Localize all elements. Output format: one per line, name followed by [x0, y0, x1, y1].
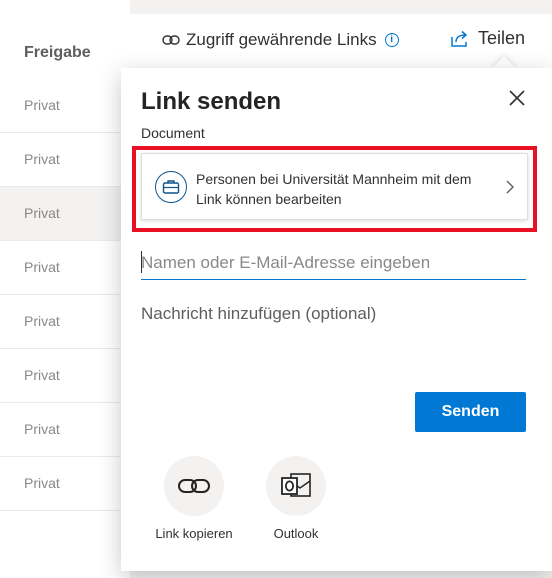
file-list: Freigabe Privat Privat Privat Privat Pri… — [0, 0, 130, 578]
sharing-status: Privat — [24, 475, 60, 491]
send-link-dialog: Link senden Document Personen bei Univer… — [121, 68, 552, 571]
list-row[interactable]: Privat — [0, 241, 130, 295]
sharing-status: Privat — [24, 151, 60, 167]
dialog-title: Link senden — [141, 88, 282, 115]
sharing-status: Privat — [24, 205, 60, 221]
share-button[interactable]: Teilen — [450, 28, 525, 49]
link-icon — [178, 479, 210, 493]
sharing-status: Privat — [24, 313, 60, 329]
list-row[interactable]: Privat — [0, 133, 130, 187]
share-label: Teilen — [478, 28, 526, 48]
list-row[interactable]: Privat — [0, 187, 130, 241]
message-field[interactable] — [141, 304, 526, 384]
list-row[interactable]: Privat — [0, 349, 130, 403]
close-icon[interactable] — [505, 86, 529, 110]
access-links-label: Zugriff gewährende Links — [186, 30, 377, 49]
list-row[interactable]: Privat — [0, 457, 130, 511]
copy-link-circle[interactable] — [164, 456, 224, 516]
briefcase-icon — [155, 171, 187, 203]
sharing-status: Privat — [24, 97, 60, 113]
link-permission-button[interactable]: Personen bei Universität Mannheim mit de… — [141, 153, 528, 220]
sharing-status: Privat — [24, 421, 60, 437]
outlook-label: Outlook — [273, 526, 319, 541]
copy-link-action[interactable]: Link kopieren — [149, 456, 239, 541]
document-name: Document — [141, 125, 205, 141]
list-row[interactable]: Privat — [0, 295, 130, 349]
outlook-action[interactable]: Outlook — [251, 456, 341, 541]
top-bar: Zugriff gewährende Links i Teilen — [130, 14, 552, 68]
sharing-status: Privat — [24, 367, 60, 383]
outlook-icon — [281, 473, 311, 497]
sharing-status: Privat — [24, 259, 60, 275]
link-icon — [162, 35, 180, 45]
link-permission-text: Personen bei Universität Mannheim mit de… — [196, 171, 472, 207]
copy-link-label: Link kopieren — [155, 526, 233, 541]
outlook-circle[interactable] — [266, 456, 326, 516]
list-row[interactable]: Privat — [0, 403, 130, 457]
chevron-right-icon — [506, 180, 514, 194]
share-icon — [451, 30, 468, 47]
list-row[interactable]: Privat — [0, 79, 130, 133]
access-links-button[interactable]: Zugriff gewährende Links i — [162, 30, 399, 50]
send-button[interactable]: Senden — [415, 392, 526, 432]
sharing-column-header[interactable]: Freigabe — [24, 44, 91, 62]
info-icon[interactable]: i — [384, 33, 399, 47]
text-caret — [141, 251, 142, 273]
recipient-input[interactable] — [141, 246, 526, 280]
